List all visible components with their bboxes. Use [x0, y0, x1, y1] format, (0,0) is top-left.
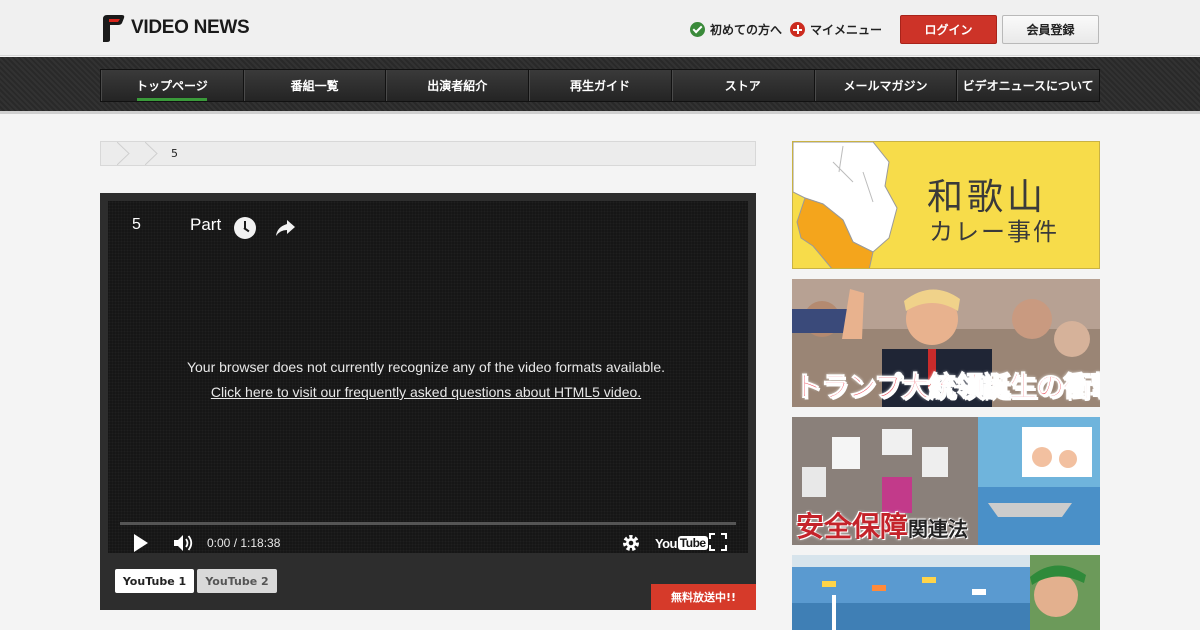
banner-2-title: トランプ大統領誕生の衝撃 — [793, 370, 1100, 404]
video-error-message: Your browser does not currently recogniz… — [186, 359, 666, 375]
video-progress-bar[interactable] — [120, 522, 736, 525]
register-button[interactable]: 会員登録 — [1002, 15, 1099, 44]
first-time-label: 初めての方へ — [710, 23, 783, 37]
nav-item-casts[interactable]: 出演者紹介 — [386, 70, 530, 101]
video-episode-number: 5 — [132, 216, 141, 233]
my-menu-link[interactable]: マイメニュー — [790, 21, 882, 38]
banner-3-title-main: 安全保障 — [796, 510, 909, 543]
nav-bar: トップページ 番組一覧 出演者紹介 再生ガイド ストア メールマガジン ビデオニ… — [0, 57, 1200, 114]
check-circle-icon — [690, 22, 705, 37]
youtube-logo-tube: Tube — [677, 536, 708, 550]
fullscreen-icon[interactable] — [709, 533, 727, 551]
nav-item-top[interactable]: トップページ — [101, 70, 244, 101]
free-broadcast-badge: 無料放送中!! — [651, 584, 756, 610]
watch-later-clock-icon[interactable] — [234, 217, 256, 239]
video-news-logo-icon — [103, 15, 125, 42]
play-icon[interactable] — [134, 534, 148, 552]
breadcrumb-current: 5 — [171, 147, 178, 160]
banner-1-subtitle: カレー事件 — [929, 218, 1059, 246]
security-law-banner[interactable]: 安全保障関連法 — [792, 417, 1100, 545]
main-nav: トップページ 番組一覧 出演者紹介 再生ガイド ストア メールマガジン ビデオニ… — [100, 69, 1100, 102]
plus-circle-icon — [790, 22, 805, 37]
video-part-label: Part — [190, 215, 222, 234]
youtube-logo[interactable]: You Tube — [655, 534, 708, 552]
breadcrumb: 5 — [100, 141, 756, 166]
youtube-2-tab[interactable]: YouTube 2 — [197, 569, 277, 593]
youtube-logo-you: You — [655, 535, 677, 551]
okinawa-protest-photo — [792, 555, 1100, 630]
nav-item-store[interactable]: ストア — [672, 70, 815, 101]
site-header: VIDEO NEWS 初めての方へ マイメニュー ログイン 会員登録 — [0, 0, 1200, 56]
site-logo[interactable]: VIDEO NEWS — [100, 13, 250, 43]
nav-item-playback-guide[interactable]: 再生ガイド — [529, 70, 672, 101]
video-player[interactable]: 5 Part Your browser does not currently r… — [108, 201, 748, 553]
banner-3-title: 安全保障関連法 — [796, 505, 968, 545]
okinawa-banner[interactable] — [792, 555, 1100, 630]
html5-faq-link-wrap: Click here to visit our frequently asked… — [108, 384, 744, 400]
volume-icon[interactable] — [172, 533, 194, 553]
wakayama-curry-banner[interactable]: 和歌山 カレー事件 — [792, 141, 1100, 269]
banner-3-title-sub: 関連法 — [908, 517, 969, 541]
youtube-1-tab[interactable]: YouTube 1 — [115, 569, 194, 593]
share-arrow-icon[interactable] — [274, 218, 296, 238]
html5-faq-link[interactable]: Click here to visit our frequently asked… — [211, 384, 641, 400]
my-menu-label: マイメニュー — [810, 23, 883, 37]
video-time: 0:00 / 1:18:38 — [207, 536, 281, 550]
login-button[interactable]: ログイン — [900, 15, 997, 44]
trump-banner[interactable]: トランプ大統領誕生の衝撃 — [792, 279, 1100, 407]
nav-item-programs[interactable]: 番組一覧 — [244, 70, 387, 101]
wakayama-map-image — [793, 142, 898, 268]
settings-gear-icon[interactable] — [620, 532, 642, 553]
nav-item-about[interactable]: ビデオニュースについて — [957, 70, 1099, 101]
logo-text: VIDEO NEWS — [131, 17, 250, 38]
nav-item-mail-magazine[interactable]: メールマガジン — [815, 70, 958, 101]
video-panel: 5 Part Your browser does not currently r… — [100, 193, 756, 610]
first-time-link[interactable]: 初めての方へ — [690, 21, 782, 38]
